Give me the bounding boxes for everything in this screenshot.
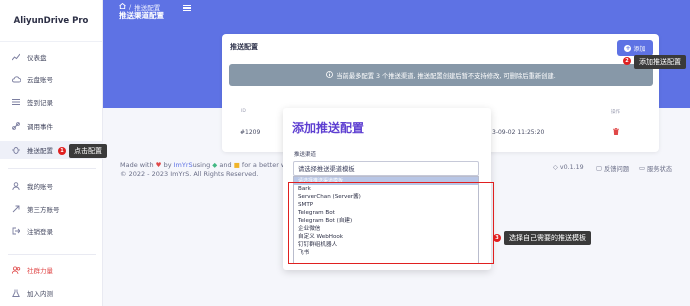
sidebar-item-events[interactable]: 调用事件 — [0, 117, 103, 135]
trash-icon[interactable] — [613, 128, 619, 135]
card-title: 推送配置 — [230, 43, 258, 51]
sidebar-item-cloud-accounts[interactable]: 云盘账号 — [0, 70, 103, 88]
vue-icon: ◆ — [212, 161, 218, 169]
sidebar-item-dashboard[interactable]: 仪表盘 — [0, 48, 103, 66]
annotation-number-1: 1 — [58, 147, 66, 155]
bug-icon — [11, 145, 21, 155]
heart-icon: ♥ — [155, 161, 162, 169]
modal-title: 添加推送配置 — [292, 121, 365, 135]
tag-icon: ◇ — [553, 164, 558, 171]
sidebar-divider — [8, 254, 96, 255]
feedback-link[interactable]: ▢ 反馈问题 — [596, 164, 629, 173]
annotation-number-3: 3 — [493, 234, 501, 242]
row-created-time: 3-09-02 11:25:20 — [492, 129, 545, 136]
sidebar-item-checkin-records[interactable]: 签到记录 — [0, 93, 103, 111]
sidebar-item-label: 调用事件 — [27, 123, 53, 131]
sidebar-item-logout[interactable]: 注销登录 — [0, 222, 103, 240]
add-push-config-button[interactable]: + 添加 — [617, 40, 653, 56]
annotation-highlight-box — [288, 182, 494, 264]
column-header-id: ID — [241, 109, 246, 114]
sidebar-divider — [8, 168, 96, 169]
users-icon — [11, 265, 21, 275]
menu-toggle-icon[interactable] — [183, 5, 191, 11]
alert-text: 当前最多配置 3 个推送渠道, 推送配置创建后暂不支持修改, 可删除后重新创建. — [336, 72, 556, 80]
version-text: v0.1.19 — [559, 164, 584, 171]
sidebar-item-label: 推送配置 — [27, 147, 53, 155]
list-icon — [11, 97, 21, 107]
info-alert: 当前最多配置 3 个推送渠道, 推送配置创建后暂不支持修改, 可删除后重新创建. — [229, 64, 653, 86]
version-label: ◇ v0.1.19 — [553, 164, 584, 171]
footer-copyright: © 2022 - 2023 ImYrS. All Rights Reserved… — [120, 170, 259, 178]
row-id: #1209 — [240, 129, 261, 136]
add-button-label: 添加 — [633, 45, 646, 53]
footer-made-with: Made with — [120, 161, 154, 169]
sidebar-item-label: 仪表盘 — [27, 54, 47, 62]
logout-icon — [11, 226, 21, 236]
annotation-number-2: 2 — [623, 57, 631, 65]
brand-logo[interactable]: AliyunDrive Pro — [0, 0, 102, 42]
footer-credit: Made with ♥ by ImYrSusing ◆ and ■ for a … — [120, 161, 296, 169]
sidebar-item-label: 社群力量 — [27, 267, 53, 275]
annotation-tip-2: 添加推送配置 — [634, 55, 686, 69]
sidebar-item-label: 签到记录 — [27, 99, 53, 107]
footer-using: using — [192, 161, 211, 169]
feedback-text: 反馈问题 — [603, 166, 630, 173]
footer-author-link[interactable]: ImYrS — [174, 161, 193, 169]
channel-select[interactable]: 请选择推送渠道模板 — [293, 161, 479, 176]
user-icon — [11, 181, 21, 191]
sidebar-item-label: 云盘账号 — [27, 76, 53, 84]
folder-icon: ■ — [233, 161, 240, 169]
sidebar-item-label: 我的账号 — [27, 183, 53, 191]
sidebar-item-label: 注销登录 — [27, 228, 53, 236]
chat-icon: ▢ — [596, 165, 602, 172]
footer-by: by — [163, 161, 172, 169]
flask-icon — [11, 288, 21, 298]
page-title: 推送渠道配置 — [119, 11, 164, 20]
status-link[interactable]: ▭ 服务状态 — [639, 164, 672, 173]
sidebar-item-my-account[interactable]: 我的账号 — [0, 177, 103, 195]
monitor-icon: ▭ — [639, 165, 645, 172]
channel-field-label: 推送渠道 — [294, 152, 317, 158]
column-header-actions: 操作 — [611, 110, 620, 115]
sidebar-item-label: 第三方账号 — [27, 206, 60, 214]
share-icon — [11, 204, 21, 214]
status-text: 服务状态 — [646, 166, 673, 173]
footer-and: and — [219, 161, 232, 169]
annotation-tip-1: 点击配置 — [69, 144, 107, 158]
info-icon — [326, 70, 334, 80]
link-icon — [11, 121, 21, 131]
sidebar-item-label: 加入内测 — [27, 290, 53, 298]
sidebar-item-third-party[interactable]: 第三方账号 — [0, 200, 103, 218]
sidebar-item-community[interactable]: 社群力量 — [0, 261, 103, 279]
plus-icon: + — [624, 44, 632, 52]
chart-line-icon — [11, 52, 21, 62]
annotation-tip-3: 选择自己需要的推送模板 — [504, 231, 591, 245]
cloud-icon — [11, 74, 21, 84]
sidebar-item-beta[interactable]: 加入内测 — [0, 284, 103, 302]
